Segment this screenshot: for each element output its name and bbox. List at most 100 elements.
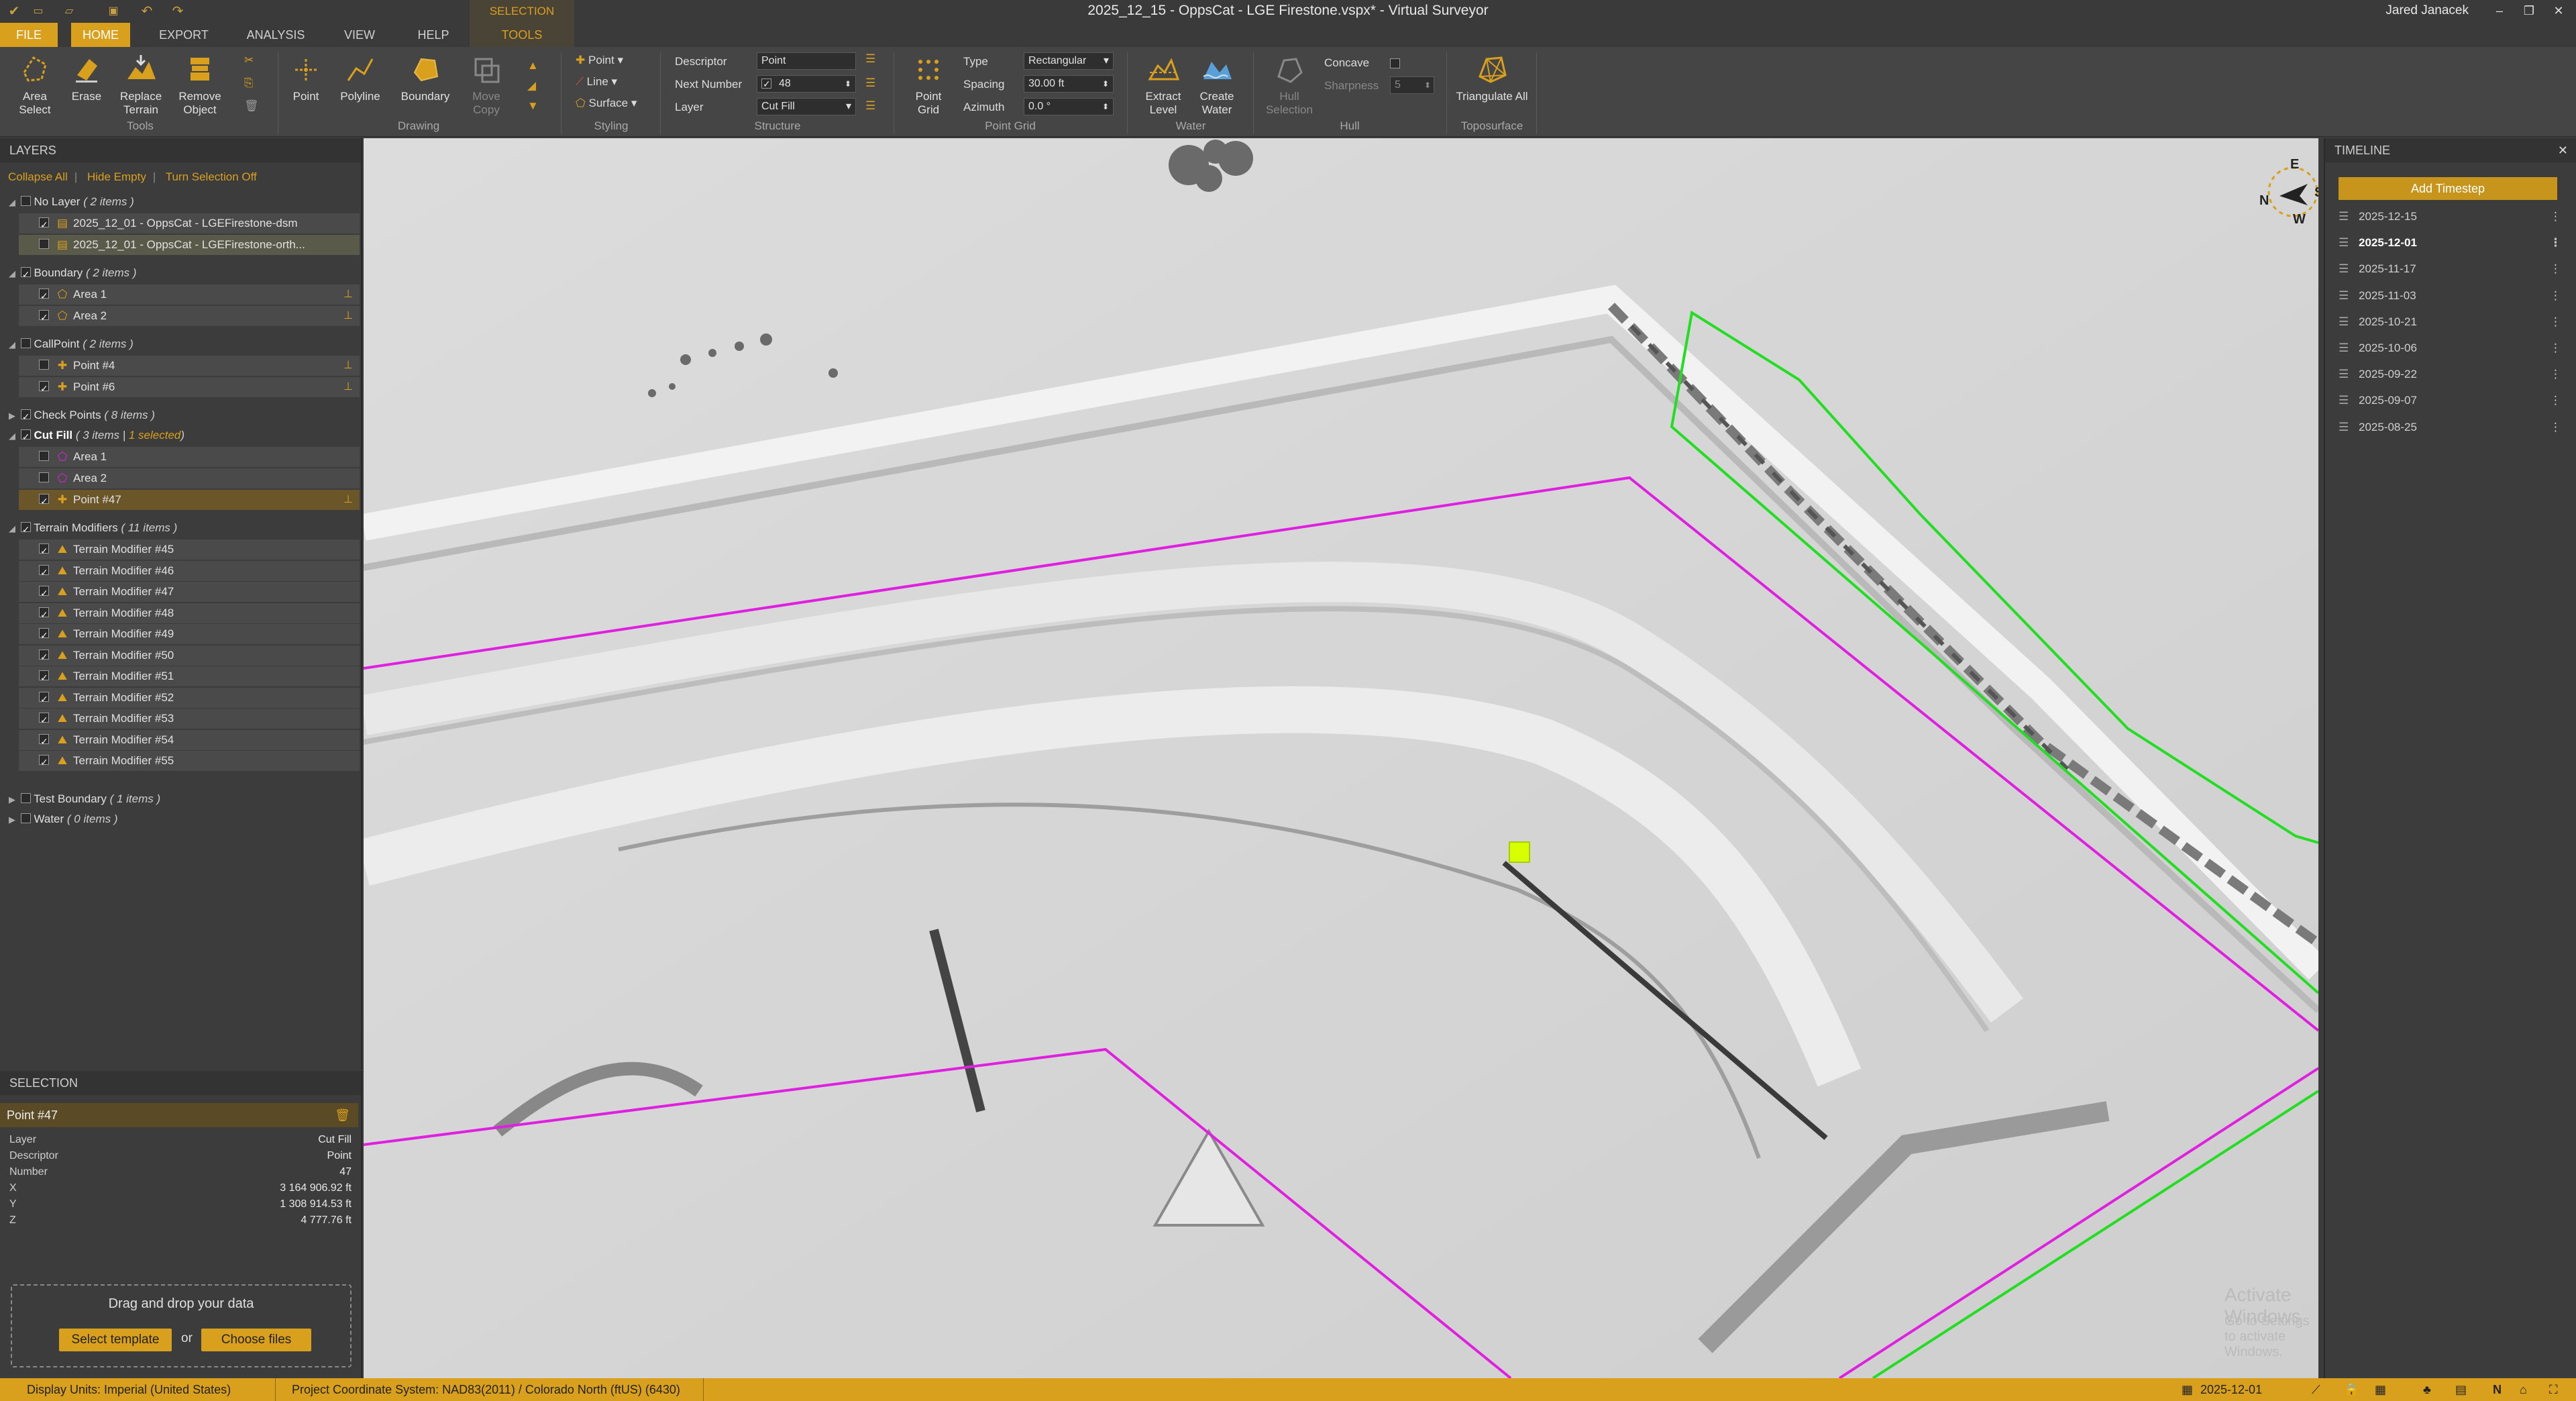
more-options-icon[interactable]: ⋮ (2550, 309, 2561, 335)
lower-icon[interactable]: ▼ (527, 99, 539, 113)
descriptor-input[interactable]: Point (757, 52, 856, 70)
remove-object-button[interactable]: Remove Object (172, 52, 228, 117)
item-checkbox[interactable] (39, 668, 49, 688)
list-item[interactable]: ⛰Terrain Modifier #47 (19, 582, 360, 603)
list-item[interactable]: ⛰Terrain Modifier #46 (19, 560, 360, 582)
timestep-item[interactable]: ☰ 2025-09-22 ⋮ (2339, 362, 2567, 387)
fullscreen-icon[interactable]: ⛶ (2549, 1378, 2558, 1401)
tree-icon[interactable]: ♣ (2423, 1378, 2431, 1401)
expand-arrow-icon[interactable]: ◢ (7, 426, 17, 446)
expand-arrow-icon[interactable]: ◢ (7, 519, 17, 539)
hull-selection-button[interactable]: Hull Selection (1261, 52, 1318, 117)
delete-icon[interactable]: 🗑 (335, 1103, 350, 1127)
list-item[interactable]: ⛰Terrain Modifier #45 (19, 539, 360, 561)
choose-files-button[interactable]: Choose files (201, 1329, 311, 1351)
layer-checkbox[interactable] (20, 519, 31, 539)
tab-home[interactable]: HOME (71, 23, 130, 47)
item-checkbox[interactable] (39, 239, 49, 250)
item-checkbox[interactable] (39, 583, 49, 603)
timestep-item[interactable]: ☰ 2025-08-25 ⋮ (2339, 415, 2567, 440)
item-checkbox[interactable] (39, 286, 49, 306)
current-date[interactable]: 2025-12-01 (2200, 1378, 2262, 1401)
delete-icon[interactable]: 🗑 (244, 99, 259, 113)
item-checkbox[interactable] (39, 307, 49, 327)
collapse-all-link[interactable]: Collapse All (8, 170, 68, 183)
collapse-arrow-icon[interactable]: ▶ (7, 790, 17, 810)
map-viewport[interactable]: E S N W Activate Windows Go to Settings … (364, 138, 2318, 1378)
timestep-item[interactable]: ☰ 2025-10-06 ⋮ (2339, 335, 2567, 361)
item-checkbox[interactable] (39, 710, 49, 730)
timestep-item[interactable]: ☰ 2025-10-21 ⋮ (2339, 309, 2567, 335)
timestep-item[interactable]: ☰ 2025-12-01 ⋮ (2339, 230, 2567, 256)
pin-icon[interactable]: ⊥ (343, 490, 353, 510)
list-item[interactable]: ⛰Terrain Modifier #54 (19, 729, 360, 751)
item-checkbox[interactable] (39, 491, 49, 511)
list-item[interactable]: ⛰Terrain Modifier #55 (19, 751, 360, 772)
drag-handle-icon[interactable]: ☰ (2339, 362, 2359, 387)
list-item[interactable]: ⬠ Area 1 (19, 447, 360, 467)
timestep-item[interactable]: ☰ 2025-09-07 ⋮ (2339, 388, 2567, 413)
sharpness-input[interactable]: 5 ⬍ (1390, 76, 1434, 94)
close-icon[interactable]: ✕ (2558, 138, 2568, 162)
home-icon[interactable]: ⌂ (2520, 1378, 2527, 1401)
turn-selection-off-link[interactable]: Turn Selection Off (166, 170, 257, 183)
style-line-dropdown[interactable]: ⟋ Line ▾ (576, 75, 617, 89)
layer-group-water[interactable]: ▶ Water ( 0 items ) (7, 809, 117, 829)
item-checkbox[interactable] (39, 378, 49, 399)
item-checkbox[interactable] (39, 689, 49, 709)
grid-azimuth-input[interactable]: 0.0 ° ⬍ (1024, 98, 1114, 115)
expand-arrow-icon[interactable]: ◢ (7, 264, 17, 284)
tab-export[interactable]: EXPORT (152, 23, 216, 47)
polyline-draw-button[interactable]: Polyline (333, 52, 388, 103)
display-units[interactable]: Display Units: Imperial (United States) (27, 1378, 231, 1401)
concave-checkbox[interactable] (1390, 58, 1400, 69)
drag-handle-icon[interactable]: ☰ (2339, 256, 2359, 282)
list-item[interactable]: ⛰Terrain Modifier #48 (19, 603, 360, 625)
list-item[interactable]: ⛰Terrain Modifier #49 (19, 624, 360, 645)
lock-icon[interactable]: 🔒 (2344, 1378, 2359, 1401)
item-checkbox[interactable] (39, 562, 49, 582)
timestep-item[interactable]: ☰ 2025-11-03 ⋮ (2339, 283, 2567, 309)
drag-handle-icon[interactable]: ☰ (2339, 309, 2359, 335)
pin-icon[interactable]: ⊥ (343, 356, 353, 376)
layer-list-icon[interactable]: ☰ (865, 99, 875, 113)
list-item[interactable]: ✚ Point #4 ⊥ (19, 356, 360, 376)
extract-level-button[interactable]: Extract Level (1136, 52, 1190, 117)
drop-zone[interactable]: Drag and drop your data Select template … (11, 1284, 352, 1367)
layer-group-test-boundary[interactable]: ▶ Test Boundary ( 1 items ) (7, 789, 160, 809)
layer-group-callpoint[interactable]: ◢ CallPoint ( 2 items ) (7, 334, 133, 354)
grid-icon[interactable]: ▦ (2375, 1378, 2386, 1401)
replace-terrain-button[interactable]: Replace Terrain (114, 52, 168, 117)
list-item-selected[interactable]: ✚Point #47⊥ (19, 490, 360, 511)
number-list-icon[interactable]: ☰ (865, 76, 875, 90)
coordinate-system[interactable]: Project Coordinate System: NAD83(2011) /… (275, 1378, 680, 1401)
minimize-icon[interactable]: – (2487, 1, 2512, 20)
descriptor-list-icon[interactable]: ☰ (865, 52, 875, 66)
copy-icon[interactable]: ⎘ (244, 76, 254, 90)
erase-button[interactable]: Erase (64, 52, 109, 103)
timestep-item[interactable]: ☰ 2025-12-15 ⋮ (2339, 204, 2567, 229)
tab-file[interactable]: FILE (0, 23, 58, 47)
layer-checkbox[interactable] (20, 338, 31, 349)
select-template-button[interactable]: Select template (59, 1329, 172, 1351)
more-options-icon[interactable]: ⋮ (2550, 256, 2561, 282)
grid-type-select[interactable]: Rectangular ▾ (1024, 52, 1114, 70)
spinner-icon[interactable]: ⬍ (845, 76, 851, 92)
layer-group-check-points[interactable]: ▶ Check Points ( 8 items ) (7, 405, 155, 427)
layer-checkbox[interactable] (20, 427, 31, 447)
drag-handle-icon[interactable]: ☰ (2339, 204, 2359, 229)
drag-handle-icon[interactable]: ☰ (2339, 415, 2359, 440)
cut-icon[interactable]: ✂ (244, 54, 254, 67)
item-checkbox[interactable] (39, 605, 49, 625)
layer-group-no-layer[interactable]: ◢ No Layer ( 2 items ) (7, 192, 134, 212)
add-timestep-button[interactable]: Add Timestep (2339, 177, 2557, 200)
style-surface-dropdown[interactable]: ⬠ Surface ▾ (576, 97, 637, 110)
more-options-icon[interactable]: ⋮ (2550, 362, 2561, 387)
style-point-dropdown[interactable]: ✚ Point ▾ (576, 54, 623, 67)
selected-point-marker[interactable] (1509, 841, 1530, 863)
layer-group-cut-fill[interactable]: ◢ Cut Fill ( 3 items | 1 selected) (7, 425, 184, 447)
item-checkbox[interactable] (39, 472, 49, 483)
point-draw-button[interactable]: Point (284, 52, 327, 103)
pin-icon[interactable]: ⊥ (343, 284, 353, 305)
timestep-item[interactable]: ☰ 2025-11-17 ⋮ (2339, 256, 2567, 282)
